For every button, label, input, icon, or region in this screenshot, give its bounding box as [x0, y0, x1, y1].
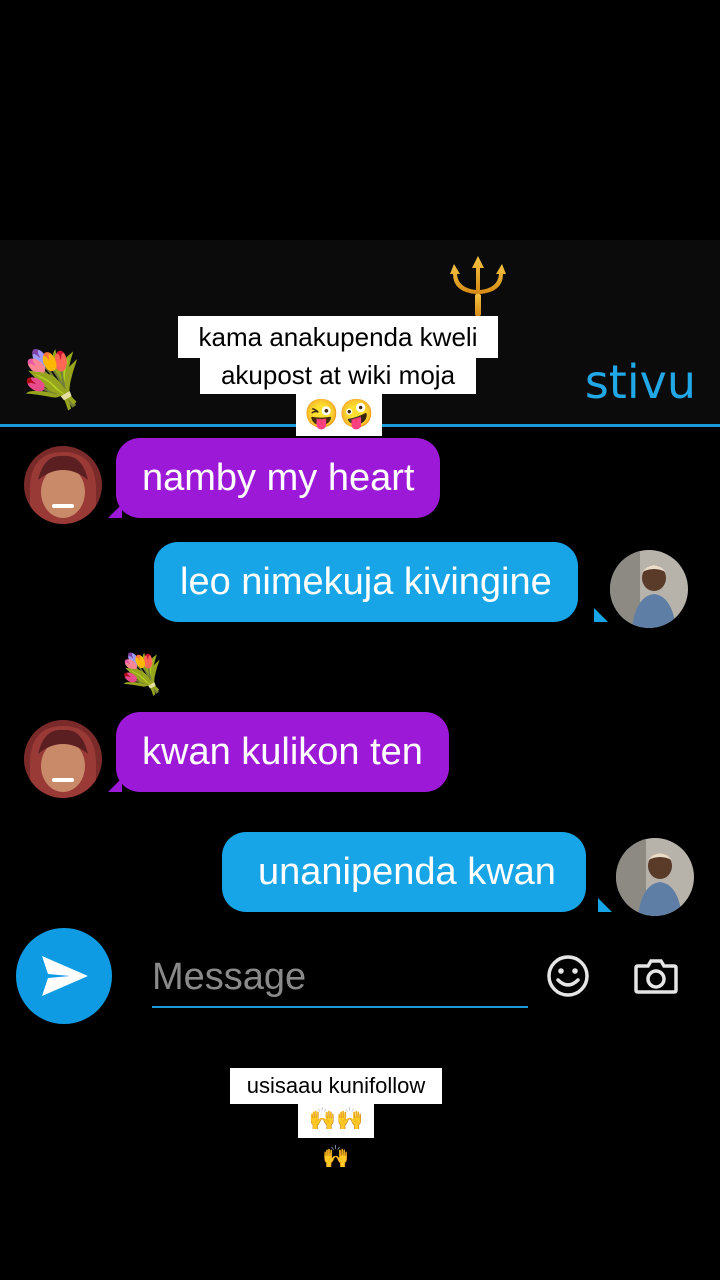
send-button[interactable]	[16, 928, 112, 1024]
message-bubble-outgoing[interactable]: leo nimekuja kivingine	[154, 542, 578, 622]
bubble-tail	[598, 898, 612, 912]
message-bubble-incoming[interactable]: kwan kulikon ten	[116, 712, 449, 792]
avatar-user-image	[616, 838, 694, 916]
avatar-user[interactable]	[610, 550, 688, 628]
avatar-contact[interactable]	[24, 720, 102, 798]
flower-emoji: 💐	[118, 652, 166, 696]
camera-icon[interactable]	[632, 952, 680, 1000]
emoji-icon[interactable]	[544, 952, 592, 1000]
message-input[interactable]	[152, 948, 528, 1008]
avatar-user-image	[610, 550, 688, 628]
avatar-user[interactable]	[616, 838, 694, 916]
avatar-contact-image	[24, 446, 102, 524]
avatar-contact-image	[24, 720, 102, 798]
overlay-text-line-1: kama anakupenda kweli	[178, 316, 498, 358]
trident-icon	[450, 256, 506, 316]
send-icon	[42, 956, 88, 996]
overlay-text-line-2: akupost at wiki moja	[200, 356, 476, 394]
flower-emoji: 💐	[18, 348, 86, 411]
bubble-tail	[594, 608, 608, 622]
avatar-contact[interactable]	[24, 446, 102, 524]
message-bubble-incoming[interactable]: namby my heart	[116, 438, 441, 518]
contact-name[interactable]: stivu	[585, 354, 696, 410]
overlay-bottom-emoji: 🙌🙌🙌	[298, 1100, 374, 1169]
message-bubble-outgoing[interactable]: unanipenda kwan	[222, 832, 586, 912]
overlay-bottom-text: usisaau kunifollow	[230, 1068, 442, 1104]
overlay-emoji: 😜🤪	[296, 392, 382, 436]
